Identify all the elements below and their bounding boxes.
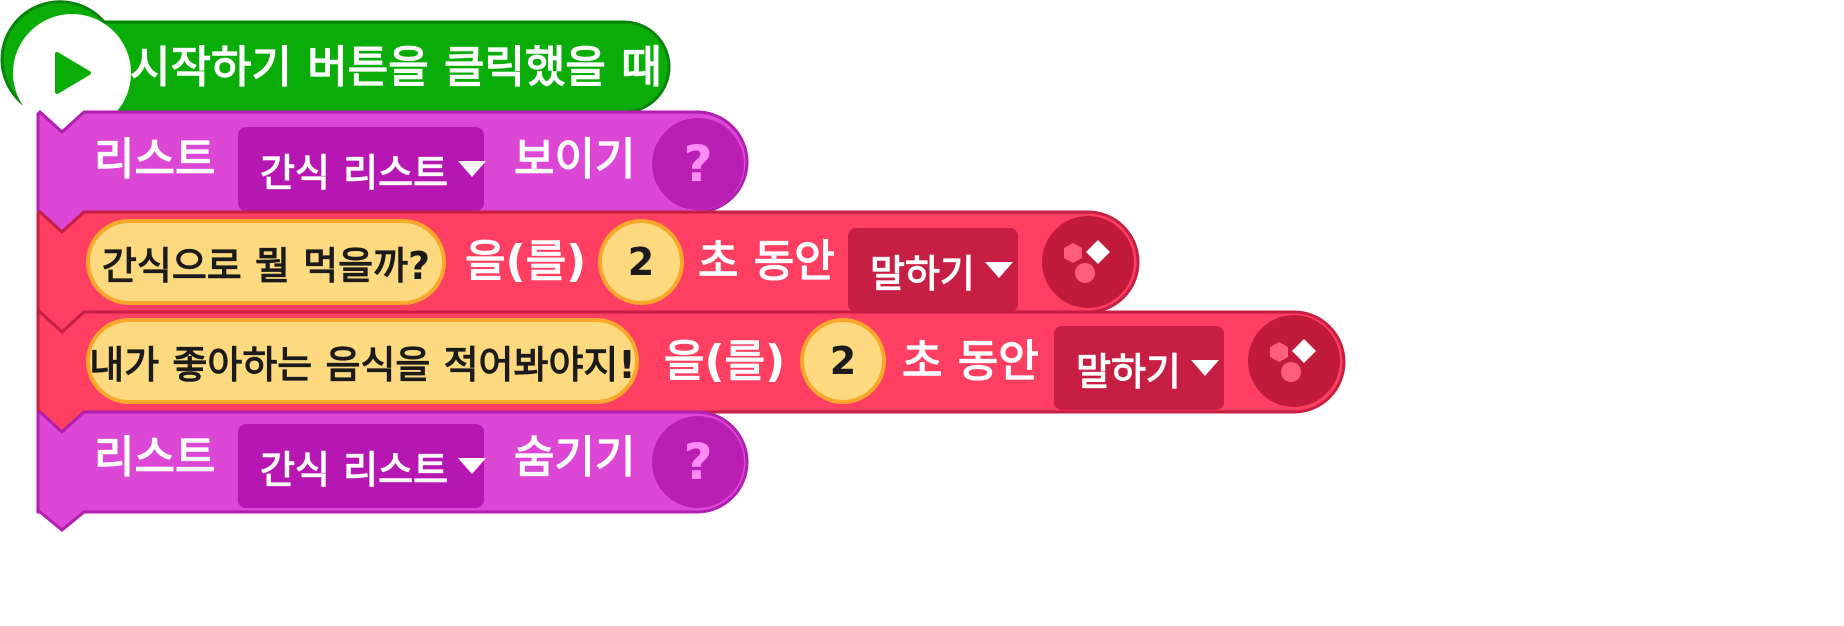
hide-list-block-shape	[36, 409, 749, 532]
help-button[interactable]: ?	[652, 416, 744, 508]
chevron-down-icon	[458, 458, 487, 474]
hide-action-label: 숨기기	[514, 432, 636, 483]
list-label: 리스트	[94, 432, 216, 483]
code-canvas: 시작하기 버튼을 클릭했을 때 리스트 간식 리스트 보이기 ? 간식으로 뭘 …	[0, 0, 1844, 626]
question-mark-icon: ?	[683, 433, 713, 491]
list-select-value: 간식 리스트	[260, 447, 449, 492]
list-select-dropdown[interactable]: 간식 리스트	[238, 424, 487, 508]
